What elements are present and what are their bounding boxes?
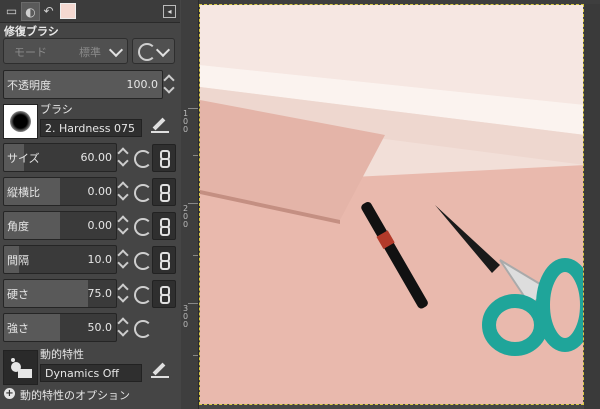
chevron-down-icon bbox=[155, 42, 171, 58]
hardness-value: 75.0 bbox=[87, 287, 113, 300]
ruler-label: 200 bbox=[183, 204, 189, 229]
angle-slider[interactable]: 角度 0.00 bbox=[3, 211, 117, 240]
reset-icon[interactable] bbox=[134, 218, 152, 236]
image-canvas[interactable] bbox=[199, 4, 584, 405]
brush-section-label: ブラシ bbox=[40, 103, 73, 116]
chevron-down-icon bbox=[108, 42, 124, 58]
reset-icon[interactable] bbox=[134, 320, 152, 338]
undo-history-icon[interactable]: ↶ bbox=[40, 2, 57, 19]
opacity-value: 100.0 bbox=[126, 78, 159, 91]
brush-name-field[interactable]: 2. Hardness 075 bbox=[40, 119, 142, 137]
tool-options-panel: ▭ ◐ ↶ ◂ 修復ブラシ モード 標準 不透明度 100.0 ブラシ 2. H… bbox=[0, 0, 180, 409]
cycle-icon bbox=[138, 43, 156, 61]
canvas-photo bbox=[200, 5, 583, 404]
reset-icon[interactable] bbox=[134, 286, 152, 304]
chain-link-icon[interactable] bbox=[152, 178, 176, 206]
spacing-spinner[interactable] bbox=[117, 245, 129, 272]
vertical-ruler: 100 200 300 bbox=[181, 0, 199, 409]
size-spinner[interactable] bbox=[117, 143, 129, 170]
aspect-ratio-value: 0.00 bbox=[87, 185, 113, 198]
mode-label: モード bbox=[14, 46, 47, 59]
mode-value: 標準 bbox=[79, 46, 101, 59]
hardness-label: 硬さ bbox=[7, 288, 29, 301]
chain-link-icon[interactable] bbox=[152, 280, 176, 308]
ruler-label: 100 bbox=[183, 109, 189, 134]
dynamics-options-label[interactable]: 動的特性のオプション bbox=[20, 387, 130, 403]
edit-icon[interactable] bbox=[151, 360, 169, 378]
reset-icon[interactable] bbox=[134, 252, 152, 270]
angle-value: 0.00 bbox=[87, 219, 113, 232]
chain-link-icon[interactable] bbox=[152, 246, 176, 274]
opacity-label: 不透明度 bbox=[7, 79, 51, 92]
reset-icon[interactable] bbox=[134, 184, 152, 202]
brush-preview[interactable] bbox=[3, 104, 38, 139]
reset-icon[interactable] bbox=[134, 150, 152, 168]
spacing-value: 10.0 bbox=[87, 253, 113, 266]
color-swatch-icon[interactable] bbox=[60, 3, 76, 19]
force-spinner[interactable] bbox=[117, 313, 129, 340]
spacing-label: 間隔 bbox=[7, 254, 29, 267]
tool-title: 修復ブラシ bbox=[4, 25, 59, 38]
size-value: 60.00 bbox=[80, 151, 113, 164]
hardness-slider[interactable]: 硬さ 75.0 bbox=[3, 279, 117, 308]
ruler-label: 300 bbox=[183, 304, 189, 329]
angle-spinner[interactable] bbox=[117, 211, 129, 238]
hardness-spinner[interactable] bbox=[117, 279, 129, 306]
force-label: 強さ bbox=[7, 322, 29, 335]
edit-icon[interactable] bbox=[151, 115, 169, 133]
size-label: サイズ bbox=[7, 152, 40, 165]
aspect-ratio-spinner[interactable] bbox=[117, 177, 129, 204]
force-value: 50.0 bbox=[87, 321, 113, 334]
device-status-icon[interactable]: ▭ bbox=[3, 2, 20, 19]
vertical-scrollbar[interactable] bbox=[584, 4, 600, 409]
opacity-spinner[interactable] bbox=[163, 70, 175, 97]
chain-link-icon[interactable] bbox=[152, 144, 176, 172]
aspect-ratio-slider[interactable]: 縦横比 0.00 bbox=[3, 177, 117, 206]
mode-cycle-button[interactable] bbox=[132, 38, 175, 64]
dynamics-name-field[interactable]: Dynamics Off bbox=[40, 364, 142, 382]
mode-select[interactable]: モード 標準 bbox=[3, 38, 128, 64]
aspect-ratio-label: 縦横比 bbox=[7, 186, 40, 199]
angle-label: 角度 bbox=[7, 220, 29, 233]
paint-dynamics-icon[interactable]: ◐ bbox=[21, 2, 40, 21]
dynamics-section-label: 動的特性 bbox=[40, 348, 84, 361]
chain-link-icon[interactable] bbox=[152, 212, 176, 240]
panel-menu-icon[interactable]: ◂ bbox=[163, 5, 176, 18]
expand-options-icon[interactable]: + bbox=[4, 388, 15, 399]
force-slider[interactable]: 強さ 50.0 bbox=[3, 313, 117, 342]
dock-tab-bar: ▭ ◐ ↶ ◂ bbox=[0, 0, 180, 23]
size-slider[interactable]: サイズ 60.00 bbox=[3, 143, 117, 172]
opacity-slider[interactable]: 不透明度 100.0 bbox=[3, 70, 163, 99]
spacing-slider[interactable]: 間隔 10.0 bbox=[3, 245, 117, 274]
dynamics-preview[interactable] bbox=[3, 350, 38, 385]
